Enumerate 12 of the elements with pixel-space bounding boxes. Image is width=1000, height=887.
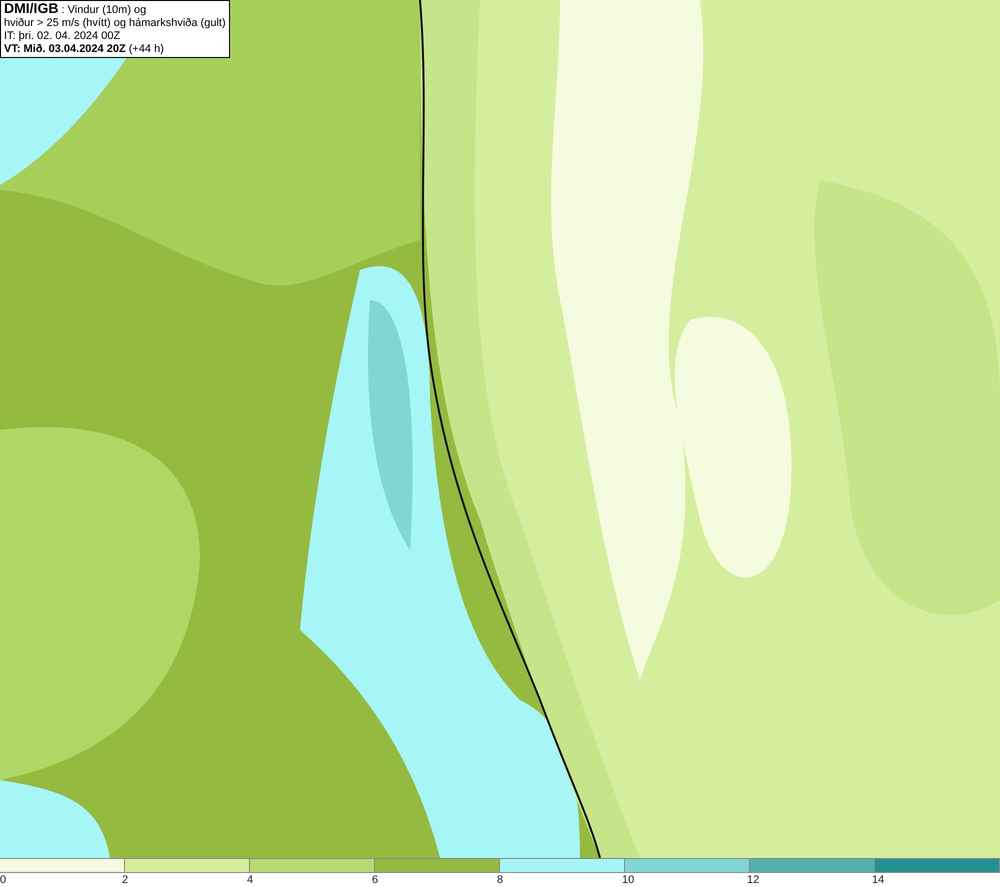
legend-text: IT: þri. 02. 04. 2024 00Z <box>4 30 122 43</box>
scale-label: 14 <box>872 873 884 887</box>
legend-text: VT: Mið. 03.04.2024 20Z (+44 h) <box>4 43 165 56</box>
scale-label: 10 <box>622 873 634 887</box>
scale-label: 4 <box>247 873 254 887</box>
legend-text: DMI/IGB : Vindur (10m) og <box>4 2 148 17</box>
scale-label: 2 <box>122 873 128 887</box>
scale-label: 8 <box>497 873 504 887</box>
scale-label: 6 <box>372 873 378 887</box>
legend-text: hviður > 25 m/s (hvítt) og hámarkshviða (gult) <box>4 17 226 30</box>
scale-label: 12 <box>747 873 760 887</box>
scale-label: 0 <box>0 873 6 887</box>
